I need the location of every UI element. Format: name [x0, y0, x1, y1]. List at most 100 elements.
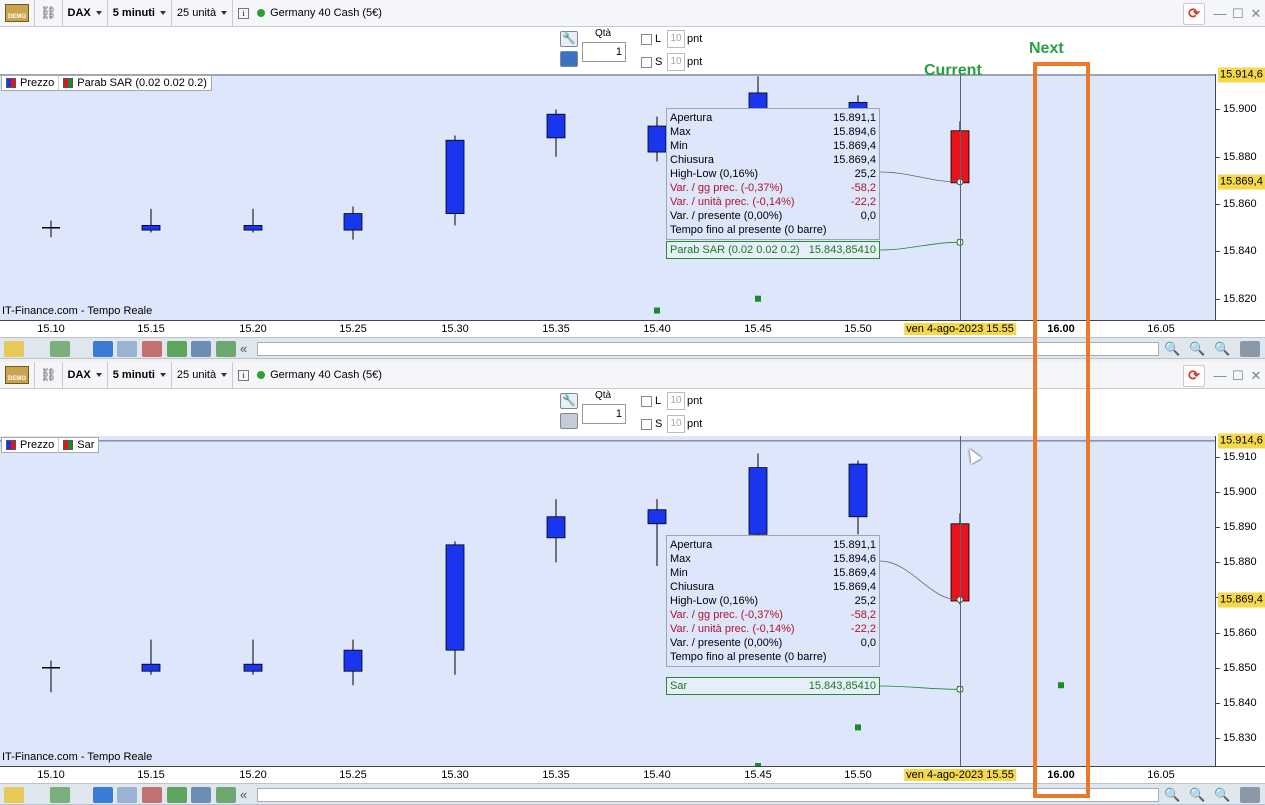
- price-axis[interactable]: 15.91015.90015.89015.88015.87015.86015.8…: [1215, 433, 1265, 783]
- keypad-icon[interactable]: [560, 51, 578, 67]
- short-checkbox[interactable]: [641, 419, 652, 430]
- qty-input[interactable]: 1: [582, 42, 626, 62]
- x-tick-label: 15.35: [542, 769, 570, 781]
- chart-legend: Prezzo Parab SAR (0.02 0.02 0.2): [1, 75, 212, 91]
- list-icon[interactable]: [142, 787, 162, 803]
- zoom-out-icon[interactable]: 🔍: [1189, 341, 1209, 357]
- pencil-icon[interactable]: [4, 341, 24, 357]
- qty-label: Qtà: [595, 390, 612, 401]
- y-tick-label: 15.910: [1223, 451, 1257, 464]
- candle-15.35: [546, 109, 566, 157]
- wrench-icon[interactable]: 🔧: [560, 31, 578, 47]
- pencil-icon[interactable]: [4, 787, 24, 803]
- tooltip-row: Var. / presente (0,00%) 0,0: [670, 637, 876, 649]
- window-icon[interactable]: [191, 341, 211, 357]
- units-dropdown[interactable]: 25 unità: [172, 361, 234, 389]
- maximize-button[interactable]: ☐: [1229, 6, 1247, 22]
- symbol-dropdown[interactable]: DAX: [63, 0, 108, 27]
- qty-input[interactable]: 1: [582, 404, 626, 424]
- refresh-icon[interactable]: ⟳: [1183, 364, 1205, 387]
- candle-15.10: [42, 220, 60, 238]
- crosshair: [960, 436, 961, 783]
- wrench-icon[interactable]: 🔧: [560, 393, 578, 409]
- symbol-dropdown[interactable]: DAX: [63, 361, 108, 389]
- share-icon[interactable]: [93, 787, 113, 803]
- chart-header: DEMO ⛓ DAX 5 minuti 25 unità i Germany 40…: [0, 0, 1265, 27]
- indicator-icon[interactable]: [50, 787, 70, 803]
- grid-icon[interactable]: [167, 341, 187, 357]
- price-axis[interactable]: 15.900 15.880 15.860 15.840 15.820 15.914,6 15…: [1215, 67, 1265, 320]
- legend-sar[interactable]: Sar: [59, 438, 98, 452]
- window-icon[interactable]: [191, 787, 211, 803]
- close-button[interactable]: ✕: [1247, 6, 1265, 22]
- x-tick-label: 16.05: [1147, 769, 1175, 781]
- minimize-button[interactable]: —: [1211, 368, 1229, 383]
- zoom-in-icon[interactable]: 🔍: [1214, 787, 1234, 803]
- pnt-unit: pnt: [687, 418, 703, 430]
- long-checkbox[interactable]: [641, 34, 652, 45]
- candle-15.50: [848, 460, 868, 535]
- zoom-fit-icon[interactable]: 🔍: [1164, 787, 1184, 803]
- qty-label: Qtà: [595, 28, 612, 39]
- horizontal-scrollbar[interactable]: [257, 788, 1159, 802]
- last-price-label: 15.869,4: [1218, 174, 1265, 190]
- legend-price[interactable]: Prezzo: [2, 438, 60, 452]
- short-pnt-input[interactable]: 10: [667, 415, 685, 433]
- next-bar-highlight: [1033, 62, 1090, 798]
- maximize-button[interactable]: ☐: [1229, 368, 1247, 384]
- zoom-out-icon[interactable]: 🔍: [1189, 787, 1209, 803]
- status-dot: [257, 9, 266, 17]
- link-icon[interactable]: ⛓: [35, 0, 63, 27]
- minimize-button[interactable]: —: [1211, 6, 1229, 21]
- link-icon[interactable]: ⛓: [35, 361, 63, 389]
- x-tick-label: 15.40: [643, 769, 671, 781]
- max-price-label: 15.914,6: [1218, 67, 1265, 83]
- grid-icon[interactable]: [167, 787, 187, 803]
- close-button[interactable]: ✕: [1247, 368, 1265, 384]
- short-checkbox[interactable]: [641, 57, 652, 68]
- share-icon[interactable]: [93, 341, 113, 357]
- current-annotation: Current: [924, 62, 982, 79]
- short-pnt-input[interactable]: 10: [667, 53, 685, 71]
- refresh-icon[interactable]: ⟳: [1183, 2, 1205, 25]
- legend-sar[interactable]: Parab SAR (0.02 0.02 0.2): [59, 76, 211, 90]
- tooltip-row: High-Low (0,16%) 25,2: [670, 168, 876, 180]
- instrument-info[interactable]: i Germany 40 Cash (5€): [233, 0, 387, 27]
- export-icon[interactable]: [216, 787, 236, 803]
- x-tick-label: 15.35: [542, 323, 570, 335]
- short-label: S: [655, 418, 663, 430]
- zoom-in-icon[interactable]: 🔍: [1214, 341, 1234, 357]
- long-pnt-input[interactable]: 10: [667, 392, 685, 410]
- indicator-icon[interactable]: [50, 341, 70, 357]
- chat-icon[interactable]: [117, 787, 137, 803]
- x-tick-label: 15.40: [643, 323, 671, 335]
- last-price-label: 15.869,4: [1218, 592, 1265, 608]
- x-tick-label: 15.25: [339, 323, 367, 335]
- keyboard-icon[interactable]: [1240, 787, 1260, 803]
- y-tick-label: 15.900: [1223, 103, 1257, 116]
- candle-15.20: [243, 639, 263, 675]
- info-icon: i: [238, 369, 250, 381]
- export-icon[interactable]: [216, 341, 236, 357]
- list-icon[interactable]: [142, 341, 162, 357]
- keypad-icon[interactable]: [560, 413, 578, 429]
- x-tick-label: 15.10: [37, 323, 65, 335]
- keyboard-icon[interactable]: [1240, 341, 1260, 357]
- y-tick-label: 15.840: [1223, 245, 1257, 258]
- legend-price[interactable]: Prezzo: [2, 76, 60, 90]
- pnt-unit: pnt: [687, 33, 703, 45]
- horizontal-scrollbar[interactable]: [257, 342, 1159, 356]
- candle-15.15: [141, 208, 161, 233]
- tooltip-row: Apertura 15.891,1: [670, 112, 876, 124]
- y-tick-label: 15.820: [1223, 292, 1257, 305]
- timeframe-dropdown[interactable]: 5 minuti: [108, 0, 172, 27]
- long-pnt-input[interactable]: 10: [667, 30, 685, 48]
- timeframe-dropdown[interactable]: 5 minuti: [108, 361, 172, 389]
- candle-15.10: [42, 660, 60, 693]
- chat-icon[interactable]: [117, 341, 137, 357]
- instrument-info[interactable]: i Germany 40 Cash (5€): [233, 362, 387, 389]
- units-dropdown[interactable]: 25 unità: [172, 0, 234, 27]
- zoom-fit-icon[interactable]: 🔍: [1164, 341, 1184, 357]
- demo-badge: DEMO: [0, 0, 35, 27]
- long-checkbox[interactable]: [641, 396, 652, 407]
